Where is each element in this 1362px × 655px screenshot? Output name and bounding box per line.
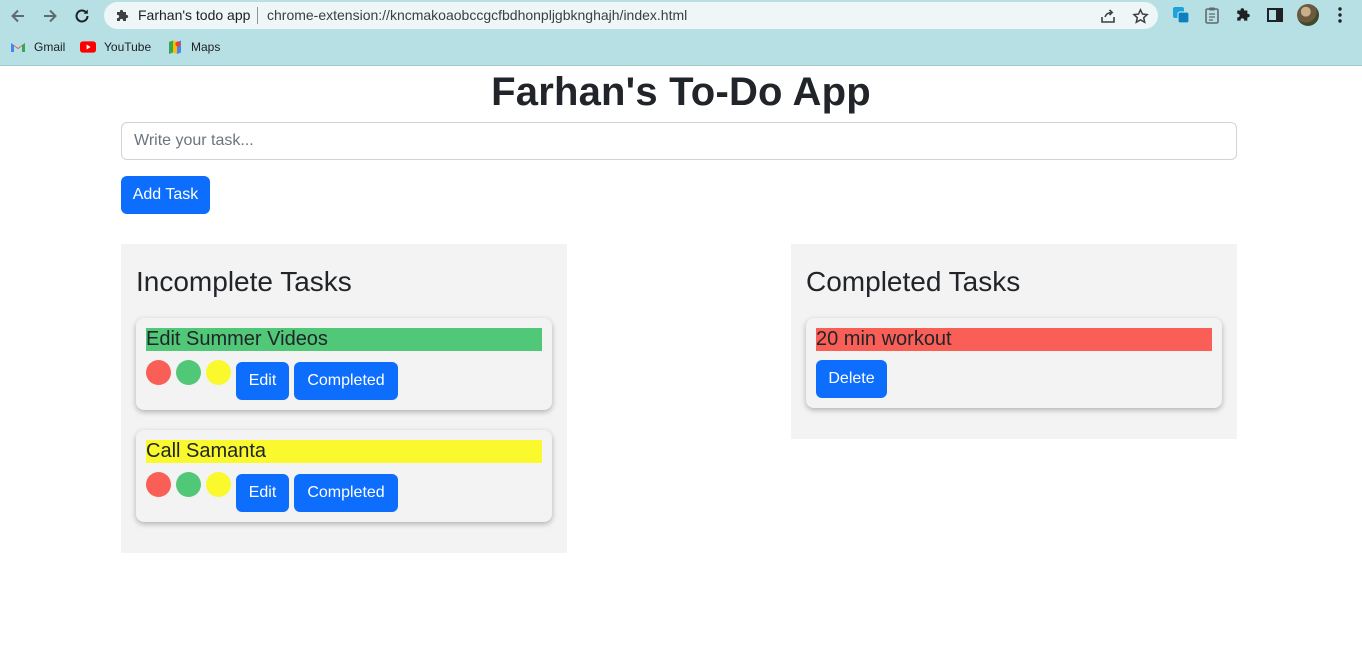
green-priority-dot[interactable]: [176, 360, 201, 385]
bookmark-label: Maps: [191, 40, 221, 54]
page-title: Farhan's To-Do App: [491, 70, 871, 114]
edit-button[interactable]: Edit: [236, 474, 289, 512]
add-task-button[interactable]: Add Task: [121, 176, 210, 214]
task-text: Call Samanta: [146, 440, 542, 463]
task-text: 20 min workout: [816, 328, 1212, 351]
gmail-icon: [10, 39, 26, 55]
bookmarks-bar: Gmail YouTube Maps: [0, 36, 1362, 58]
task-card: Edit Summer Videos Edit Completed: [136, 318, 552, 410]
mark-completed-button[interactable]: Completed: [294, 362, 398, 400]
red-priority-dot[interactable]: [146, 472, 171, 497]
yellow-priority-dot[interactable]: [206, 360, 231, 385]
mark-completed-button[interactable]: Completed: [294, 474, 398, 512]
translate-extension-icon[interactable]: [1170, 4, 1192, 26]
youtube-icon: [80, 39, 96, 55]
red-priority-dot[interactable]: [146, 360, 171, 385]
side-panel-icon[interactable]: [1264, 4, 1286, 26]
bookmark-gmail[interactable]: Gmail: [10, 38, 65, 56]
page-content: Farhan's To-Do App Add Task Incomplete T…: [0, 66, 1362, 655]
forward-arrow-icon: [44, 9, 57, 23]
forward-button[interactable]: [38, 4, 62, 28]
back-button[interactable]: [6, 4, 30, 28]
bookmark-label: YouTube: [104, 40, 152, 54]
tab-title: Farhan's todo app: [138, 7, 251, 23]
bookmark-label: Gmail: [34, 40, 66, 54]
completed-tasks-panel: Completed Tasks 20 min workout Delete: [791, 244, 1237, 439]
reload-icon: [75, 9, 89, 23]
share-icon[interactable]: [1098, 6, 1118, 26]
maps-icon: [167, 39, 183, 55]
green-priority-dot[interactable]: [176, 472, 201, 497]
incomplete-tasks-panel: Incomplete Tasks Edit Summer Videos Edit…: [121, 244, 567, 553]
back-arrow-icon: [11, 9, 24, 23]
address-divider: [257, 7, 258, 24]
bookmark-maps[interactable]: Maps: [167, 38, 220, 56]
extension-puzzle-icon: [115, 8, 131, 24]
task-card: Call Samanta Edit Completed: [136, 430, 552, 522]
incomplete-tasks-heading: Incomplete Tasks: [136, 266, 352, 297]
address-bar[interactable]: Farhan's todo app chrome-extension://knc…: [104, 2, 1158, 29]
completed-tasks-heading: Completed Tasks: [806, 266, 1021, 297]
extensions-icon[interactable]: [1233, 4, 1255, 26]
task-input[interactable]: [121, 122, 1237, 160]
task-card: 20 min workout Delete: [806, 318, 1222, 408]
bookmark-youtube[interactable]: YouTube: [80, 38, 151, 56]
reload-button[interactable]: [70, 4, 94, 28]
task-text: Edit Summer Videos: [146, 328, 542, 351]
edit-button[interactable]: Edit: [236, 362, 289, 400]
profile-avatar[interactable]: [1297, 4, 1319, 26]
clipboard-extension-icon[interactable]: [1201, 4, 1223, 26]
browser-chrome: Farhan's todo app chrome-extension://knc…: [0, 0, 1362, 66]
yellow-priority-dot[interactable]: [206, 472, 231, 497]
menu-kebab-icon[interactable]: [1329, 4, 1351, 26]
url-text[interactable]: chrome-extension://kncmakoaobccgcfbdhonp…: [267, 7, 687, 23]
bookmark-star-icon[interactable]: [1130, 6, 1150, 26]
delete-button[interactable]: Delete: [816, 360, 887, 398]
